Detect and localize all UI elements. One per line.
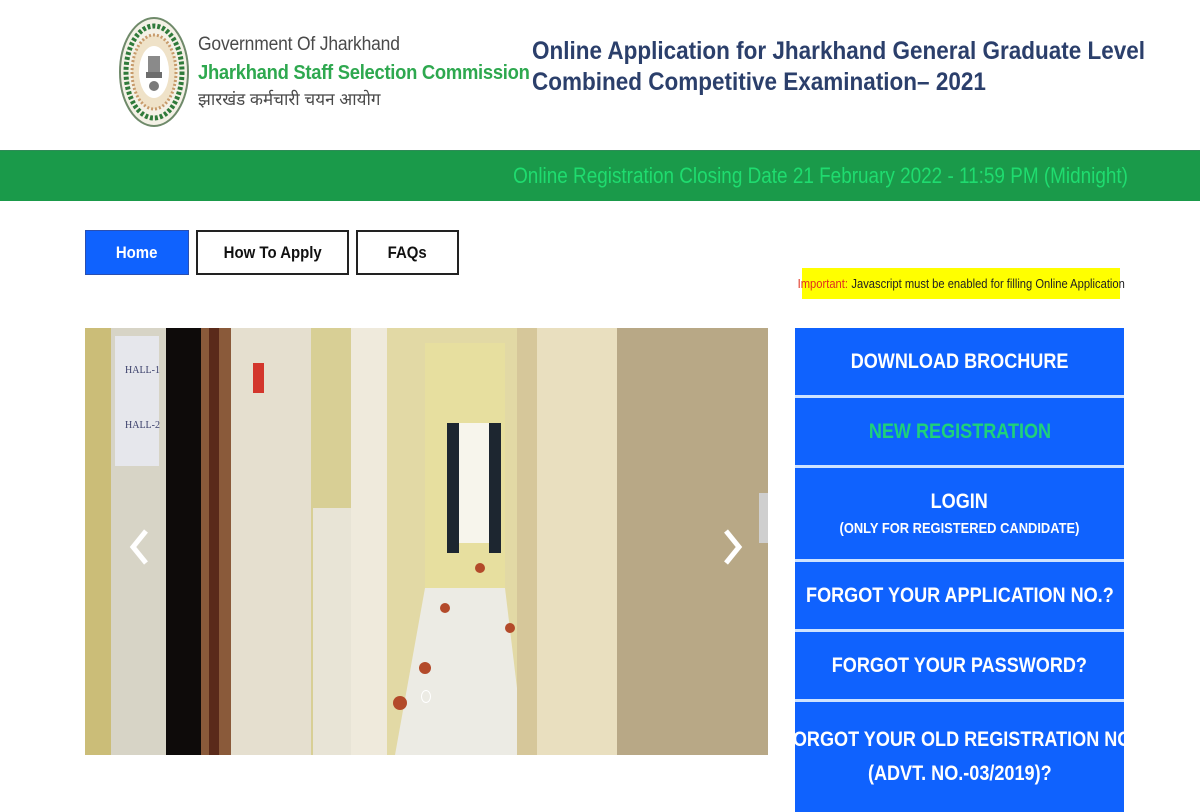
forgot-password-label: FORGOT YOUR PASSWORD? xyxy=(831,653,1088,677)
login-label: LOGIN xyxy=(930,490,989,513)
page-title-line1: Online Application for Jharkhand General… xyxy=(532,37,1146,65)
site-header: Government Of Jharkhand Jharkhand Staff … xyxy=(0,0,1200,150)
nav-how-to-apply-button[interactable]: How To Apply xyxy=(196,230,349,275)
new-registration-label: NEW REGISTRATION xyxy=(868,419,1051,443)
action-panel: DOWNLOAD BROCHURE NEW REGISTRATION LOGIN… xyxy=(782,328,1137,812)
nav-home-label: Home xyxy=(116,242,158,262)
forgot-old-registration-label: FORGOT YOUR OLD REGISTRATION NO. xyxy=(782,728,1137,751)
nav-how-to-apply-label: How To Apply xyxy=(223,242,322,262)
brand-block: Government Of Jharkhand Jharkhand Staff … xyxy=(198,34,558,110)
forgot-application-no-label: FORGOT YOUR APPLICATION NO.? xyxy=(805,583,1114,607)
forgot-old-registration-button[interactable]: FORGOT YOUR OLD REGISTRATION NO. (ADVT. … xyxy=(782,702,1137,812)
login-sublabel: (ONLY FOR REGISTERED CANDIDATE) xyxy=(839,520,1080,537)
forgot-password-button[interactable]: FORGOT YOUR PASSWORD? xyxy=(795,632,1124,702)
forgot-application-no-button[interactable]: FORGOT YOUR APPLICATION NO.? xyxy=(795,562,1124,632)
chevron-left-icon xyxy=(129,529,148,565)
download-brochure-button[interactable]: DOWNLOAD BROCHURE xyxy=(795,328,1124,398)
login-button[interactable]: LOGIN (ONLY FOR REGISTERED CANDIDATE) xyxy=(795,468,1124,562)
closing-date-notice: Online Registration Closing Date 21 Febr… xyxy=(513,163,1128,188)
svg-text:HALL-1: HALL-1 xyxy=(125,365,160,376)
forgot-old-registration-sublabel: (ADVT. NO.-03/2019)? xyxy=(867,762,1052,785)
page-title-line2: Combined Competitive Examination– 2021 xyxy=(532,68,986,96)
jssc-emblem-icon xyxy=(119,17,189,127)
javascript-warning: Important: Javascript must be enabled for… xyxy=(797,268,1125,299)
government-label: Government Of Jharkhand xyxy=(198,34,400,55)
chevron-right-icon xyxy=(724,529,743,565)
carousel-prev-button[interactable] xyxy=(124,522,154,572)
important-label: Important: xyxy=(797,276,848,291)
page-title: Online Application for Jharkhand General… xyxy=(532,36,1146,98)
new-registration-button[interactable]: NEW REGISTRATION xyxy=(795,398,1124,468)
notice-marquee: Online Registration Closing Date 21 Febr… xyxy=(0,150,1200,201)
nav-faqs-button[interactable]: FAQs xyxy=(356,230,459,275)
organization-name-hindi: झारखंड कर्मचारी चयन आयोग xyxy=(198,90,381,109)
organization-name: Jharkhand Staff Selection Commission xyxy=(198,62,530,84)
download-brochure-label: DOWNLOAD BROCHURE xyxy=(850,349,1069,373)
important-text: Javascript must be enabled for filling O… xyxy=(851,276,1125,291)
nav-faqs-label: FAQs xyxy=(387,242,428,262)
carousel-indicator-dot[interactable] xyxy=(421,690,431,703)
svg-text:HALL-2: HALL-2 xyxy=(125,420,160,431)
nav-home-button[interactable]: Home xyxy=(85,230,189,275)
carousel-next-button[interactable] xyxy=(718,522,748,572)
